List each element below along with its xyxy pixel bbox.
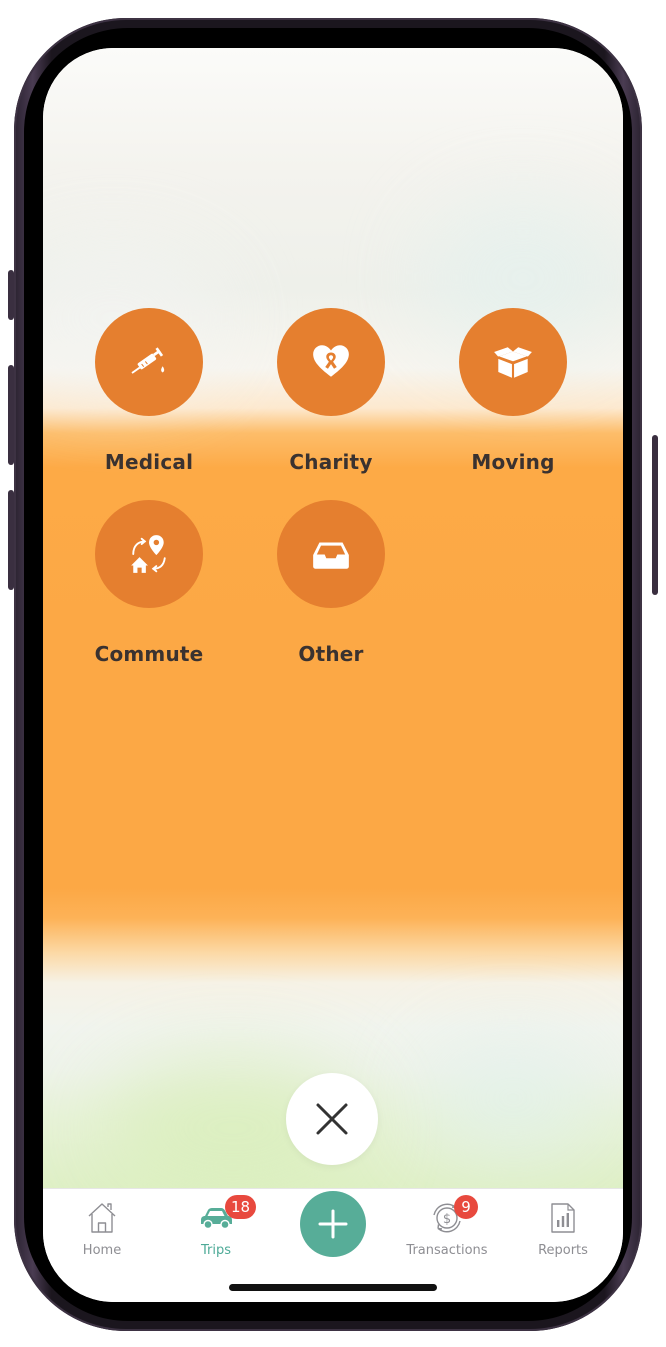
tab-home-icon-wrap	[47, 1197, 157, 1239]
svg-text:$: $	[443, 1212, 451, 1227]
inbox-tray-icon	[313, 542, 349, 569]
add-trip-button[interactable]	[300, 1191, 366, 1257]
tab-reports-icon-wrap	[508, 1197, 618, 1239]
heart-ribbon-icon	[313, 345, 349, 377]
syringe-icon	[131, 347, 165, 374]
tab-transactions[interactable]: $ 9 Transactions	[392, 1195, 502, 1258]
category-moving[interactable]: Moving	[438, 308, 588, 474]
transactions-badge: 9	[454, 1195, 478, 1219]
category-commute-label: Commute	[94, 642, 204, 666]
tab-trips-label: Trips	[200, 1243, 231, 1258]
report-chart-icon	[551, 1203, 575, 1233]
tab-transactions-label: Transactions	[406, 1243, 488, 1258]
house-icon	[88, 1203, 116, 1233]
plus-icon	[318, 1209, 348, 1239]
power-button	[652, 435, 658, 595]
category-moving-label: Moving	[471, 450, 555, 474]
tab-reports[interactable]: Reports	[508, 1197, 618, 1258]
tab-trips-icon-wrap: 18	[161, 1195, 271, 1239]
category-other[interactable]: Other	[256, 500, 406, 666]
open-box-icon	[494, 347, 532, 378]
trips-badge: 18	[225, 1195, 257, 1219]
category-moving-circle[interactable]	[459, 308, 567, 416]
tab-trips[interactable]: 18 Trips	[161, 1195, 271, 1258]
home-indicator[interactable]	[229, 1284, 437, 1291]
category-medical-label: Medical	[104, 450, 194, 474]
category-commute[interactable]: Commute	[74, 500, 224, 666]
tab-home-label: Home	[82, 1243, 122, 1258]
category-medical-circle[interactable]	[95, 308, 203, 416]
category-medical[interactable]: Medical	[74, 308, 224, 474]
tab-home[interactable]: Home	[47, 1197, 157, 1258]
category-charity-circle[interactable]	[277, 308, 385, 416]
category-other-circle[interactable]	[277, 500, 385, 608]
close-button[interactable]	[286, 1073, 378, 1165]
close-icon	[316, 1103, 348, 1135]
home-to-location-icon	[131, 535, 166, 573]
tab-transactions-icon-wrap: $ 9	[392, 1195, 502, 1239]
tab-reports-label: Reports	[538, 1243, 588, 1258]
backdrop-glow	[423, 1038, 603, 1158]
category-commute-circle[interactable]	[95, 500, 203, 608]
category-other-label: Other	[298, 642, 364, 666]
category-charity[interactable]: Charity	[256, 308, 406, 474]
screenshot-stage: Medical Charity Moving Commute Other Hom…	[0, 0, 666, 1347]
category-charity-label: Charity	[289, 450, 373, 474]
phone-screen: Medical Charity Moving Commute Other Hom…	[43, 48, 623, 1302]
